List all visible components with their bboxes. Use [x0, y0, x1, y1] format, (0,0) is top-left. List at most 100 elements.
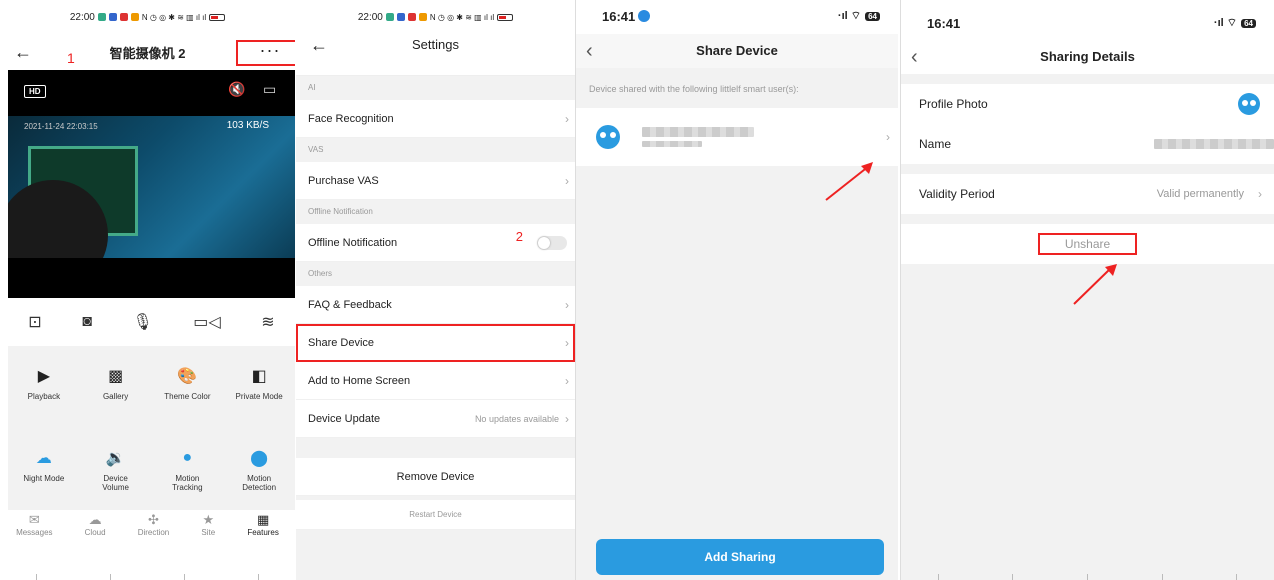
update-status: No updates available [474, 413, 559, 424]
camera-icon[interactable]: ◙ [82, 313, 92, 331]
tab-label: Messages [16, 528, 53, 537]
faq-feedback-row[interactable]: FAQ & Feedback › [296, 286, 575, 324]
tab-direction[interactable]: ✣ Direction [138, 512, 170, 548]
chevron-right-icon: › [565, 373, 569, 388]
status-time: 22:00 [357, 11, 383, 23]
annotation-arrow [1073, 264, 1117, 305]
row-label: Name [919, 137, 952, 151]
name-row: Name [901, 124, 1274, 164]
status-bar: 22:00 N ◷ ◎ ✱ ≋ ▥ ıl ıl [296, 0, 575, 34]
nav-ticks [901, 574, 1274, 580]
feature-label: Motion Tracking [172, 474, 203, 492]
section-header-ai: AI [308, 83, 316, 92]
more-options-button[interactable]: ··· [236, 40, 295, 66]
feature-private-mode[interactable]: ◧ Private Mode [223, 346, 295, 428]
screenshot-frame-icon[interactable]: ⊡ [28, 312, 41, 332]
avatar [596, 125, 620, 149]
fullscreen-icon[interactable]: ▭ [263, 81, 276, 98]
row-label: Face Recognition [308, 112, 394, 125]
status-time: 22:00 [69, 11, 95, 23]
feature-playback[interactable]: ▶ Playback [8, 346, 80, 428]
add-sharing-button[interactable]: Add Sharing [596, 539, 884, 575]
tab-label: Features [247, 528, 279, 537]
purchase-vas-row[interactable]: Purchase VAS › [296, 162, 575, 200]
settings-screen: 22:00 N ◷ ◎ ✱ ≋ ▥ ıl ıl ← Settings AI Fa… [296, 0, 575, 580]
location-icon: ● [182, 449, 193, 466]
unshare-button[interactable]: Unshare [1037, 233, 1138, 255]
profile-photo-row: Profile Photo [901, 84, 1274, 124]
chevron-right-icon: › [565, 111, 569, 126]
validity-value: Valid permanently [1156, 188, 1244, 200]
share-device-row[interactable]: Share Device › [296, 324, 575, 362]
row-label: Add to Home Screen [308, 374, 411, 387]
share-header: ‹ Share Device [576, 34, 898, 68]
row-label: Share Device [308, 336, 375, 349]
video-player[interactable]: HD 🔇 ▭ 2021-11-24 22:03:15 103 KB/S [8, 70, 295, 298]
shared-users-note: Device shared with the following littlel… [589, 84, 799, 94]
microphone-icon[interactable]: 🎙 [132, 312, 152, 332]
page-title: Settings [412, 37, 459, 52]
feature-label: Night Mode [23, 474, 65, 483]
feature-theme-color[interactable]: 🎨 Theme Color [152, 346, 224, 428]
row-label: Profile Photo [919, 97, 988, 111]
shared-user-row[interactable]: › [576, 108, 898, 166]
tab-cloud[interactable]: ☁ Cloud [85, 512, 106, 548]
add-to-home-row[interactable]: Add to Home Screen › [296, 362, 575, 400]
restart-device-button[interactable]: Restart Device [296, 500, 575, 530]
mute-icon[interactable]: 🔇 [228, 81, 245, 98]
playback-icon: ▶ [37, 368, 51, 385]
chevron-right-icon: › [565, 335, 569, 350]
feed-timestamp: 2021-11-24 22:03:15 [24, 122, 98, 131]
back-arrow-icon[interactable]: ← [14, 42, 32, 63]
chevron-right-icon: › [565, 297, 569, 312]
status-time: 16:41 [927, 16, 961, 31]
location-icon [638, 10, 651, 22]
settings-header: ← Settings [296, 34, 575, 64]
signal-icons: ·ıl ⌔ 64 [838, 9, 880, 23]
tab-site[interactable]: ★ Site [201, 512, 215, 548]
device-update-row[interactable]: Device Update No updates available › [296, 400, 575, 438]
running-person-icon: ⬤ [250, 450, 269, 467]
feature-motion-tracking[interactable]: ● Motion Tracking [152, 428, 224, 510]
feature-label: Private Mode [235, 392, 283, 401]
section-header-vas: VAS [308, 145, 324, 154]
expand-chevron-icon[interactable]: ≋ [261, 312, 274, 332]
back-arrow-icon[interactable]: ← [310, 34, 328, 56]
status-bar: 22:00 N ◷ ◎ ✱ ≋ ▥ ıl ıl [0, 0, 295, 34]
details-header: ‹ Sharing Details [901, 40, 1274, 74]
feature-night-mode[interactable]: ☁ Night Mode [8, 428, 80, 510]
feature-label: Gallery [102, 392, 129, 401]
tab-messages[interactable]: ✉ Messages [16, 512, 52, 548]
record-icon[interactable]: ▭◁ [193, 312, 220, 332]
offline-notification-row: Offline Notification 2 [296, 224, 575, 262]
offline-notification-toggle[interactable] [537, 235, 567, 250]
remove-device-button[interactable]: Remove Device [296, 458, 575, 496]
chevron-right-icon: › [1258, 187, 1262, 201]
feature-gallery[interactable]: ▩ Gallery [80, 346, 152, 428]
features-grid-icon: ▦ [256, 512, 270, 527]
nav-ticks [0, 574, 295, 580]
sharing-details-screen: 16:41 ·ıl ⌔ 64 ‹ Sharing Details Profile … [900, 0, 1274, 580]
section-header-offline: Offline Notification [308, 207, 373, 216]
annotation-arrow [825, 162, 873, 201]
back-chevron-icon[interactable]: ‹ [586, 34, 593, 68]
night-mode-icon: ☁ [35, 450, 52, 467]
row-label: Device Update [308, 412, 381, 425]
direction-icon: ✣ [148, 512, 159, 527]
feature-label: Device Volume [102, 474, 129, 492]
messages-icon: ✉ [28, 512, 40, 527]
chevron-right-icon: › [565, 411, 569, 426]
row-label: Purchase VAS [308, 174, 379, 187]
feature-motion-detection[interactable]: ⬤ Motion Detection [223, 428, 295, 510]
button-label: Remove Device [396, 470, 475, 483]
face-recognition-row[interactable]: Face Recognition › [296, 100, 575, 138]
back-chevron-icon[interactable]: ‹ [911, 40, 918, 74]
feature-device-volume[interactable]: 🔉 Device Volume [80, 428, 152, 510]
page-title: Sharing Details [1040, 49, 1135, 64]
validity-period-row[interactable]: Validity Period Valid permanently › [901, 174, 1274, 214]
hd-toggle[interactable]: HD [24, 85, 46, 98]
tab-features[interactable]: ▦ Features [247, 512, 279, 548]
avatar [1238, 93, 1260, 115]
camera-screen: 22:00 N ◷ ◎ ✱ ≋ ▥ ıl ıl ← 智能摄像机 2 ··· 1 … [0, 0, 295, 580]
button-label: Restart Device [409, 510, 462, 519]
